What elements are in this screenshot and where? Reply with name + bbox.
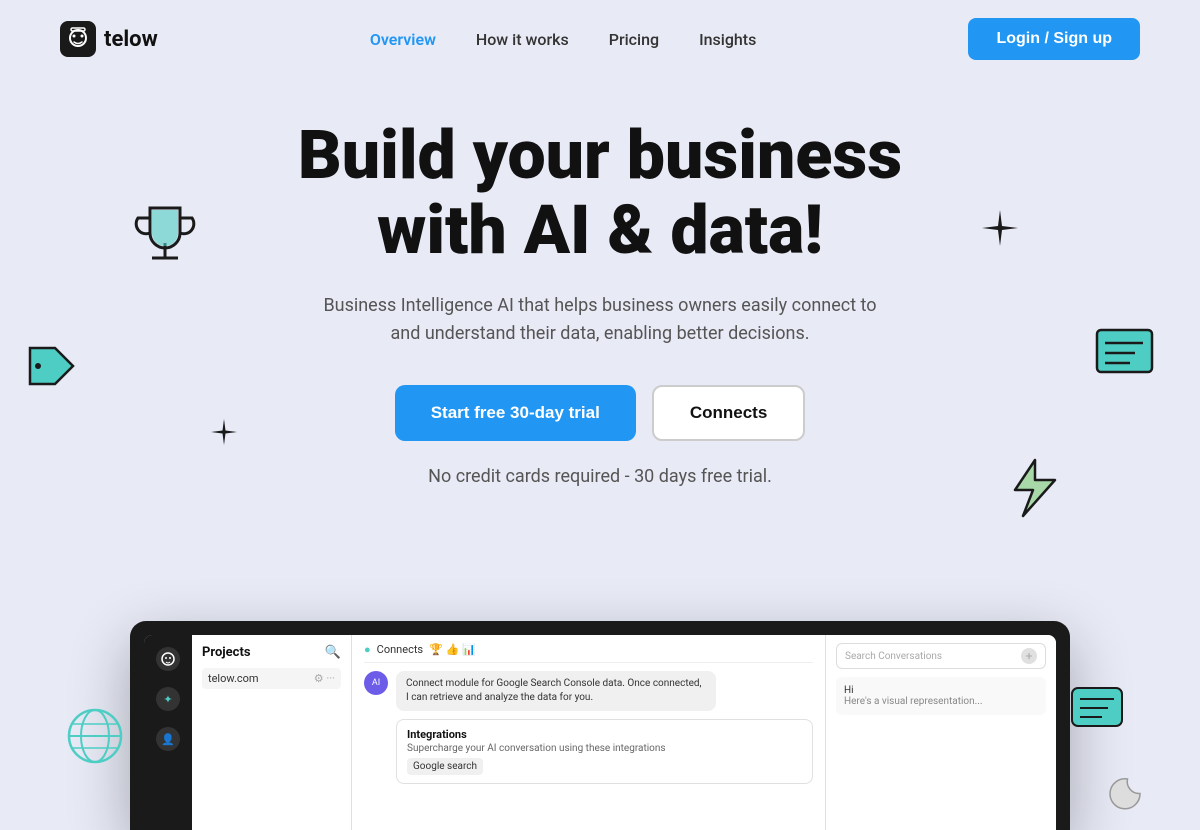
nav-insights[interactable]: Insights — [699, 30, 756, 49]
hero-section: Build your business with AI & data! Busi… — [0, 78, 1200, 558]
sidebar-bot-icon — [156, 647, 180, 671]
sidebar-grid-icon: ✦ — [156, 687, 180, 711]
logo[interactable]: telow — [60, 21, 158, 57]
search-conversations[interactable]: Search Conversations + — [836, 643, 1046, 669]
login-button[interactable]: Login / Sign up — [968, 18, 1140, 60]
device-frame: ✦ 👤 Projects 🔍 telow.com ⚙ ··· ● Connect… — [130, 621, 1070, 830]
app-preview: ✦ 👤 Projects 🔍 telow.com ⚙ ··· ● Connect… — [130, 621, 1070, 830]
integrations-card: Integrations Supercharge your AI convers… — [396, 719, 813, 784]
device-screen: ✦ 👤 Projects 🔍 telow.com ⚙ ··· ● Connect… — [144, 635, 1056, 830]
chat-bubble: Connect module for Google Search Console… — [396, 671, 716, 711]
chat-message: AI Connect module for Google Search Cons… — [364, 671, 813, 711]
moon-decoration — [1105, 771, 1150, 820]
right-panel: Search Conversations + Hi Here's a visua… — [826, 635, 1056, 830]
hero-headline: Build your business with AI & data! — [20, 118, 1180, 268]
arrow-decoration — [1095, 328, 1160, 387]
globe-decoration — [65, 706, 125, 770]
nav-links: Overview How it works Pricing Insights — [370, 30, 757, 49]
projects-title: Projects 🔍 — [202, 645, 341, 660]
chat-right-decoration — [1070, 686, 1130, 740]
nav-overview[interactable]: Overview — [370, 30, 436, 49]
nav-pricing[interactable]: Pricing — [609, 30, 659, 49]
start-trial-button[interactable]: Start free 30-day trial — [395, 385, 636, 441]
hero-subtext: Business Intelligence AI that helps busi… — [320, 292, 880, 350]
chat-header: ● Connects 🏆 👍 📊 — [364, 643, 813, 663]
navbar: telow Overview How it works Pricing Insi… — [0, 0, 1200, 78]
no-card-text: No credit cards required - 30 days free … — [320, 463, 880, 492]
hero-headline-line1: Build your business — [298, 115, 902, 195]
sidebar-user-icon: 👤 — [156, 727, 180, 751]
logo-icon — [60, 21, 96, 57]
right-message: Hi Here's a visual representation... — [836, 677, 1046, 715]
cta-buttons: Start free 30-day trial Connects — [20, 385, 1180, 441]
app-sidebar: ✦ 👤 — [144, 635, 192, 830]
connects-button[interactable]: Connects — [652, 385, 805, 441]
hero-headline-line2: with AI & data! — [377, 190, 823, 270]
nav-how-it-works[interactable]: How it works — [476, 30, 569, 49]
projects-panel: Projects 🔍 telow.com ⚙ ··· — [192, 635, 352, 830]
chat-panel: ● Connects 🏆 👍 📊 AI Connect module for G… — [352, 635, 826, 830]
project-item[interactable]: telow.com ⚙ ··· — [202, 668, 341, 689]
chat-avatar: AI — [364, 671, 388, 695]
logo-text: telow — [104, 27, 158, 52]
bolt-decoration — [1005, 458, 1060, 522]
